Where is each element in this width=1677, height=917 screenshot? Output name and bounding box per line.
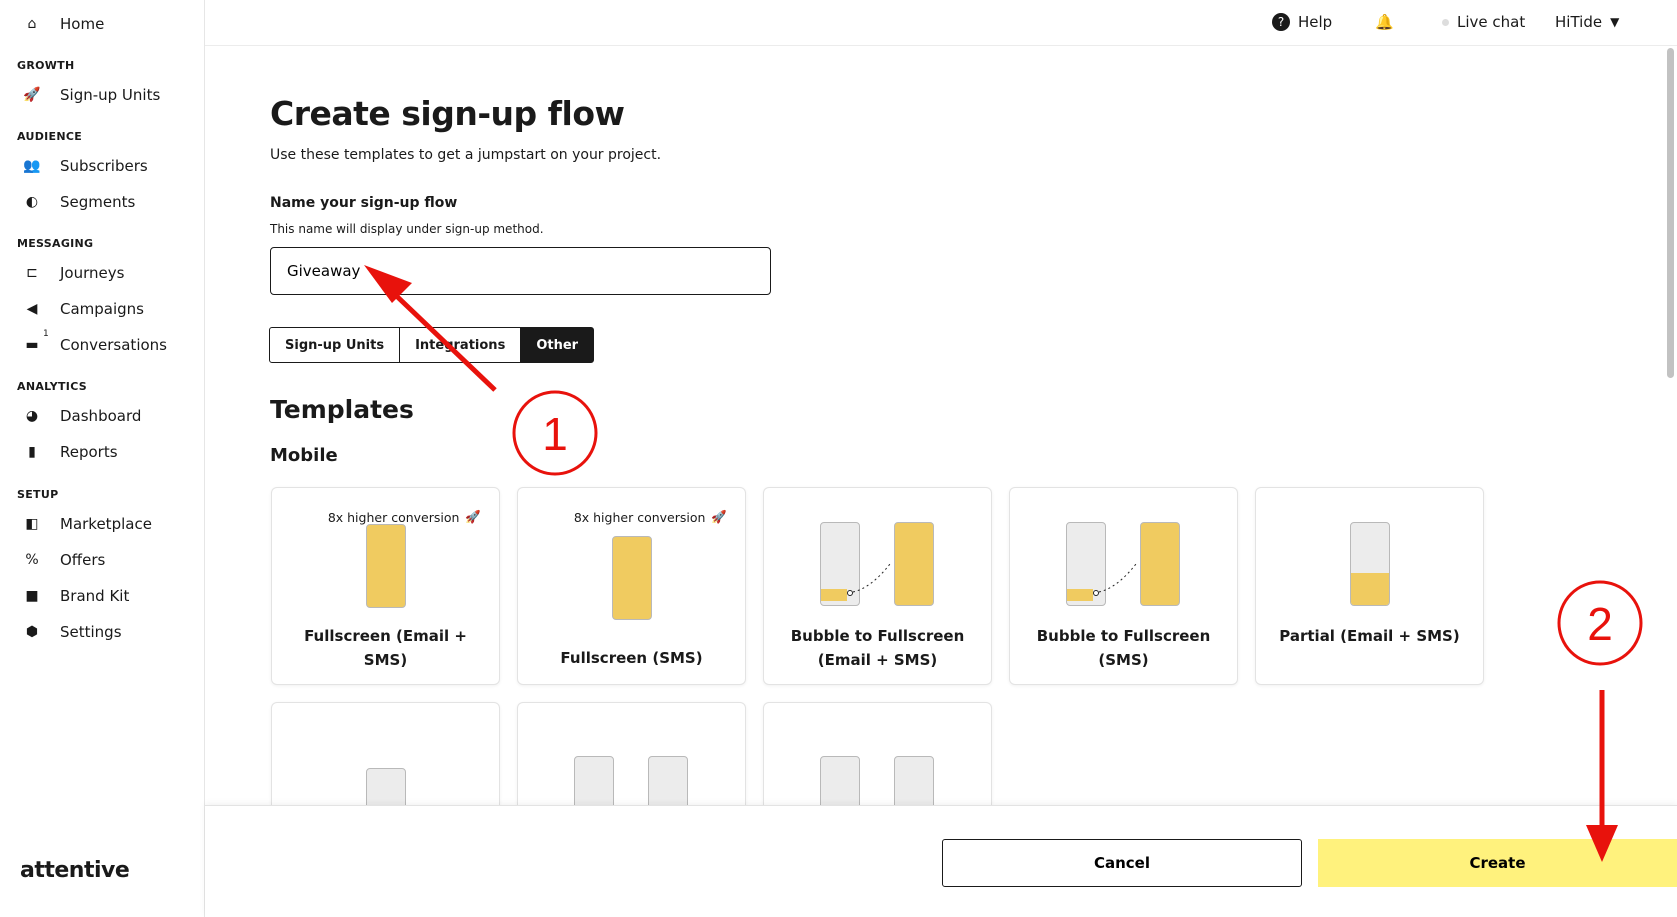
help-icon: ? — [1272, 13, 1290, 31]
sidebar-item-dashboard[interactable]: ◕ Dashboard — [22, 407, 142, 425]
template-tabs: Sign-up Units Integrations Other — [269, 327, 595, 363]
phone-preview — [1140, 522, 1180, 606]
status-dot-icon — [1442, 18, 1449, 26]
sidebar-item-journeys[interactable]: ⊏ Journeys — [22, 264, 124, 282]
template-name: Bubble to Fullscreen (Email + SMS) — [790, 627, 965, 669]
tab-signup-units[interactable]: Sign-up Units — [269, 327, 401, 363]
page-subtitle: Use these templates to get a jumpstart o… — [270, 147, 662, 163]
shapes-icon: ■ — [25, 588, 39, 604]
sidebar-item-segments[interactable]: ◐ Segments — [22, 193, 135, 211]
promo-label: 8x higher conversion 🚀 — [573, 509, 727, 525]
template-card[interactable] — [763, 702, 992, 840]
sidebar-item-settings[interactable]: ⬢ Settings — [22, 623, 122, 641]
home-icon: ⌂ — [27, 16, 37, 32]
marketplace-icon: ◧ — [25, 516, 39, 532]
sidebar-item-signup-units[interactable]: 🚀 Sign-up Units — [22, 86, 160, 104]
journeys-icon: ⊏ — [26, 265, 38, 281]
chevron-down-icon: ▼ — [1610, 15, 1620, 29]
rocket-icon: 🚀 — [711, 509, 727, 524]
section-audience: AUDIENCE — [17, 130, 83, 143]
templates-heading: Templates — [270, 395, 414, 424]
name-label: Name your sign-up flow — [270, 195, 458, 211]
template-card[interactable] — [517, 702, 746, 840]
template-name: Fullscreen (Email + SMS) — [304, 627, 467, 669]
sidebar-item-reports[interactable]: ▮ Reports — [22, 443, 117, 461]
attentive-logo: attentive — [20, 858, 130, 883]
gear-icon: ⬢ — [25, 624, 39, 640]
template-card-fullscreen-sms[interactable]: 8x higher conversion 🚀 Fullscreen (SMS) — [517, 487, 746, 685]
scrollbar[interactable] — [1667, 48, 1674, 378]
chat-icon: ▬ 1 — [25, 329, 49, 353]
annotation-circle-2 — [1557, 580, 1643, 666]
bell-icon: 🔔 — [1375, 13, 1394, 31]
name-hint: This name will display under sign-up met… — [270, 222, 544, 236]
sidebar-item-marketplace[interactable]: ◧ Marketplace — [22, 515, 152, 533]
help-button[interactable]: ? Help — [1272, 13, 1332, 31]
sidebar-item-campaigns[interactable]: ◀ Campaigns — [22, 300, 144, 318]
section-growth: GROWTH — [17, 59, 75, 72]
template-card-fullscreen-email-sms[interactable]: 8x higher conversion 🚀 Fullscreen (Email … — [271, 487, 500, 685]
template-name: Bubble to Fullscreen (SMS) — [1036, 627, 1211, 669]
sidebar: ⌂ Home GROWTH 🚀 Sign-up Units AUDIENCE 👥 Su… — [0, 0, 205, 917]
sidebar-item-home[interactable]: ⌂ Home — [22, 15, 105, 33]
rocket-icon: 🚀 — [23, 87, 41, 103]
template-card-partial-email-sms[interactable]: Partial (Email + SMS) — [1255, 487, 1484, 685]
pie-chart-icon: ◕ — [25, 408, 39, 424]
promo-label: 8x higher conversion 🚀 — [327, 509, 481, 525]
phone-preview — [366, 524, 406, 608]
template-name: Partial (Email + SMS) — [1279, 627, 1460, 645]
account-menu[interactable]: HiTide ▼ — [1555, 13, 1619, 31]
page-title: Create sign-up flow — [270, 94, 625, 133]
sidebar-item-brand-kit[interactable]: ■ Brand Kit — [22, 587, 129, 605]
section-messaging: MESSAGING — [17, 237, 94, 250]
rocket-icon: 🚀 — [465, 509, 481, 524]
annotation-step-2: 2 — [1587, 598, 1613, 650]
notifications-button[interactable]: 🔔 — [1375, 13, 1394, 31]
phone-preview — [894, 522, 934, 606]
create-button[interactable]: Create — [1318, 839, 1677, 887]
live-chat-button[interactable]: Live chat — [1442, 13, 1525, 31]
template-card[interactable] — [271, 702, 500, 852]
percent-icon: % — [25, 552, 39, 568]
template-card-bubble-email-sms[interactable]: Bubble to Fullscreen (Email + SMS) — [763, 487, 992, 685]
sidebar-item-conversations[interactable]: ▬ 1 Conversations — [22, 329, 167, 354]
tab-integrations[interactable]: Integrations — [399, 327, 522, 363]
annotation-circle-1 — [512, 390, 598, 476]
segments-icon: ◐ — [25, 194, 39, 210]
dotted-arrow-icon — [1093, 563, 1137, 596]
template-name: Fullscreen (SMS) — [560, 649, 703, 667]
conversations-badge: 1 — [43, 329, 49, 339]
annotation-step-1: 1 — [542, 408, 568, 460]
section-setup: SETUP — [17, 488, 59, 501]
topbar: ? Help 🔔 Live chat HiTide ▼ — [205, 0, 1677, 46]
footer: Cancel Create — [205, 805, 1677, 917]
sidebar-item-offers[interactable]: % Offers — [22, 551, 105, 569]
bar-chart-icon: ▮ — [28, 444, 36, 460]
template-card-bubble-sms[interactable]: Bubble to Fullscreen (SMS) — [1009, 487, 1238, 685]
users-icon: 👥 — [23, 158, 41, 174]
cancel-button[interactable]: Cancel — [942, 839, 1302, 887]
sidebar-item-subscribers[interactable]: 👥 Subscribers — [22, 157, 147, 175]
tab-other[interactable]: Other — [520, 327, 595, 363]
phone-preview — [1350, 522, 1390, 606]
phone-preview — [612, 536, 652, 620]
megaphone-icon: ◀ — [26, 301, 38, 317]
mobile-heading: Mobile — [270, 445, 338, 466]
section-analytics: ANALYTICS — [17, 380, 87, 393]
dotted-arrow-icon — [847, 563, 891, 596]
flow-name-input[interactable] — [270, 247, 771, 295]
